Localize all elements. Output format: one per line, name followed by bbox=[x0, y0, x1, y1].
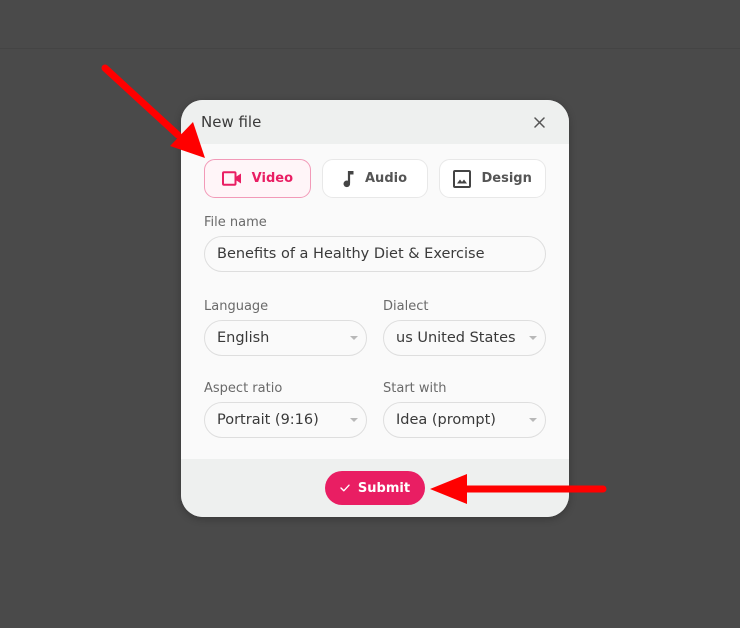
start-with-select[interactable]: Idea (prompt) bbox=[383, 402, 546, 438]
close-button[interactable] bbox=[529, 112, 549, 132]
format-row: Aspect ratio Portrait (9:16) Start with … bbox=[204, 381, 546, 438]
file-type-audio-button[interactable]: Audio bbox=[321, 159, 429, 198]
video-camera-icon bbox=[221, 171, 241, 186]
file-name-field-group: File name bbox=[204, 215, 546, 272]
dialect-label: Dialect bbox=[383, 299, 429, 314]
backdrop-divider bbox=[0, 48, 740, 49]
aspect-ratio-field-group: Aspect ratio Portrait (9:16) bbox=[204, 381, 367, 438]
language-row: Language English Dialect us United State… bbox=[204, 299, 546, 356]
dialog-body: Video Audio Design File name Benefits of… bbox=[181, 144, 569, 438]
submit-button[interactable]: Submit bbox=[325, 471, 425, 505]
aspect-ratio-label: Aspect ratio bbox=[204, 381, 283, 396]
chevron-down-icon bbox=[529, 418, 537, 422]
file-type-design-button[interactable]: Design bbox=[439, 159, 547, 198]
language-select[interactable]: English bbox=[204, 320, 367, 356]
start-with-value: Idea (prompt) bbox=[396, 412, 496, 428]
close-icon bbox=[533, 116, 545, 128]
language-value: English bbox=[217, 330, 270, 346]
chevron-down-icon bbox=[529, 336, 537, 340]
dialog-title: New file bbox=[201, 113, 262, 131]
file-type-selector: Video Audio Design bbox=[204, 159, 547, 198]
dialog-footer: Submit bbox=[181, 459, 569, 517]
music-note-icon bbox=[343, 170, 354, 187]
start-with-field-group: Start with Idea (prompt) bbox=[383, 381, 546, 438]
dialect-field-group: Dialect us United States bbox=[383, 299, 546, 356]
dialog-header: New file bbox=[181, 100, 569, 144]
chevron-down-icon bbox=[350, 336, 358, 340]
new-file-dialog: New file Video Audio Design File name Be… bbox=[181, 100, 569, 517]
file-name-label: File name bbox=[204, 215, 267, 230]
check-icon bbox=[340, 484, 350, 492]
aspect-ratio-select[interactable]: Portrait (9:16) bbox=[204, 402, 367, 438]
file-type-design-label: Design bbox=[481, 171, 532, 186]
file-name-input[interactable] bbox=[204, 236, 546, 272]
file-type-video-label: Video bbox=[251, 171, 293, 186]
aspect-ratio-value: Portrait (9:16) bbox=[217, 412, 319, 428]
language-label: Language bbox=[204, 299, 269, 314]
dialect-select[interactable]: us United States bbox=[383, 320, 546, 356]
language-field-group: Language English bbox=[204, 299, 367, 356]
submit-label: Submit bbox=[357, 480, 411, 496]
file-type-audio-label: Audio bbox=[365, 171, 408, 186]
image-icon bbox=[453, 169, 472, 188]
file-type-video-button[interactable]: Video bbox=[204, 159, 311, 198]
chevron-down-icon bbox=[350, 418, 358, 422]
start-with-label: Start with bbox=[383, 381, 447, 396]
dialect-value: us United States bbox=[396, 330, 516, 346]
